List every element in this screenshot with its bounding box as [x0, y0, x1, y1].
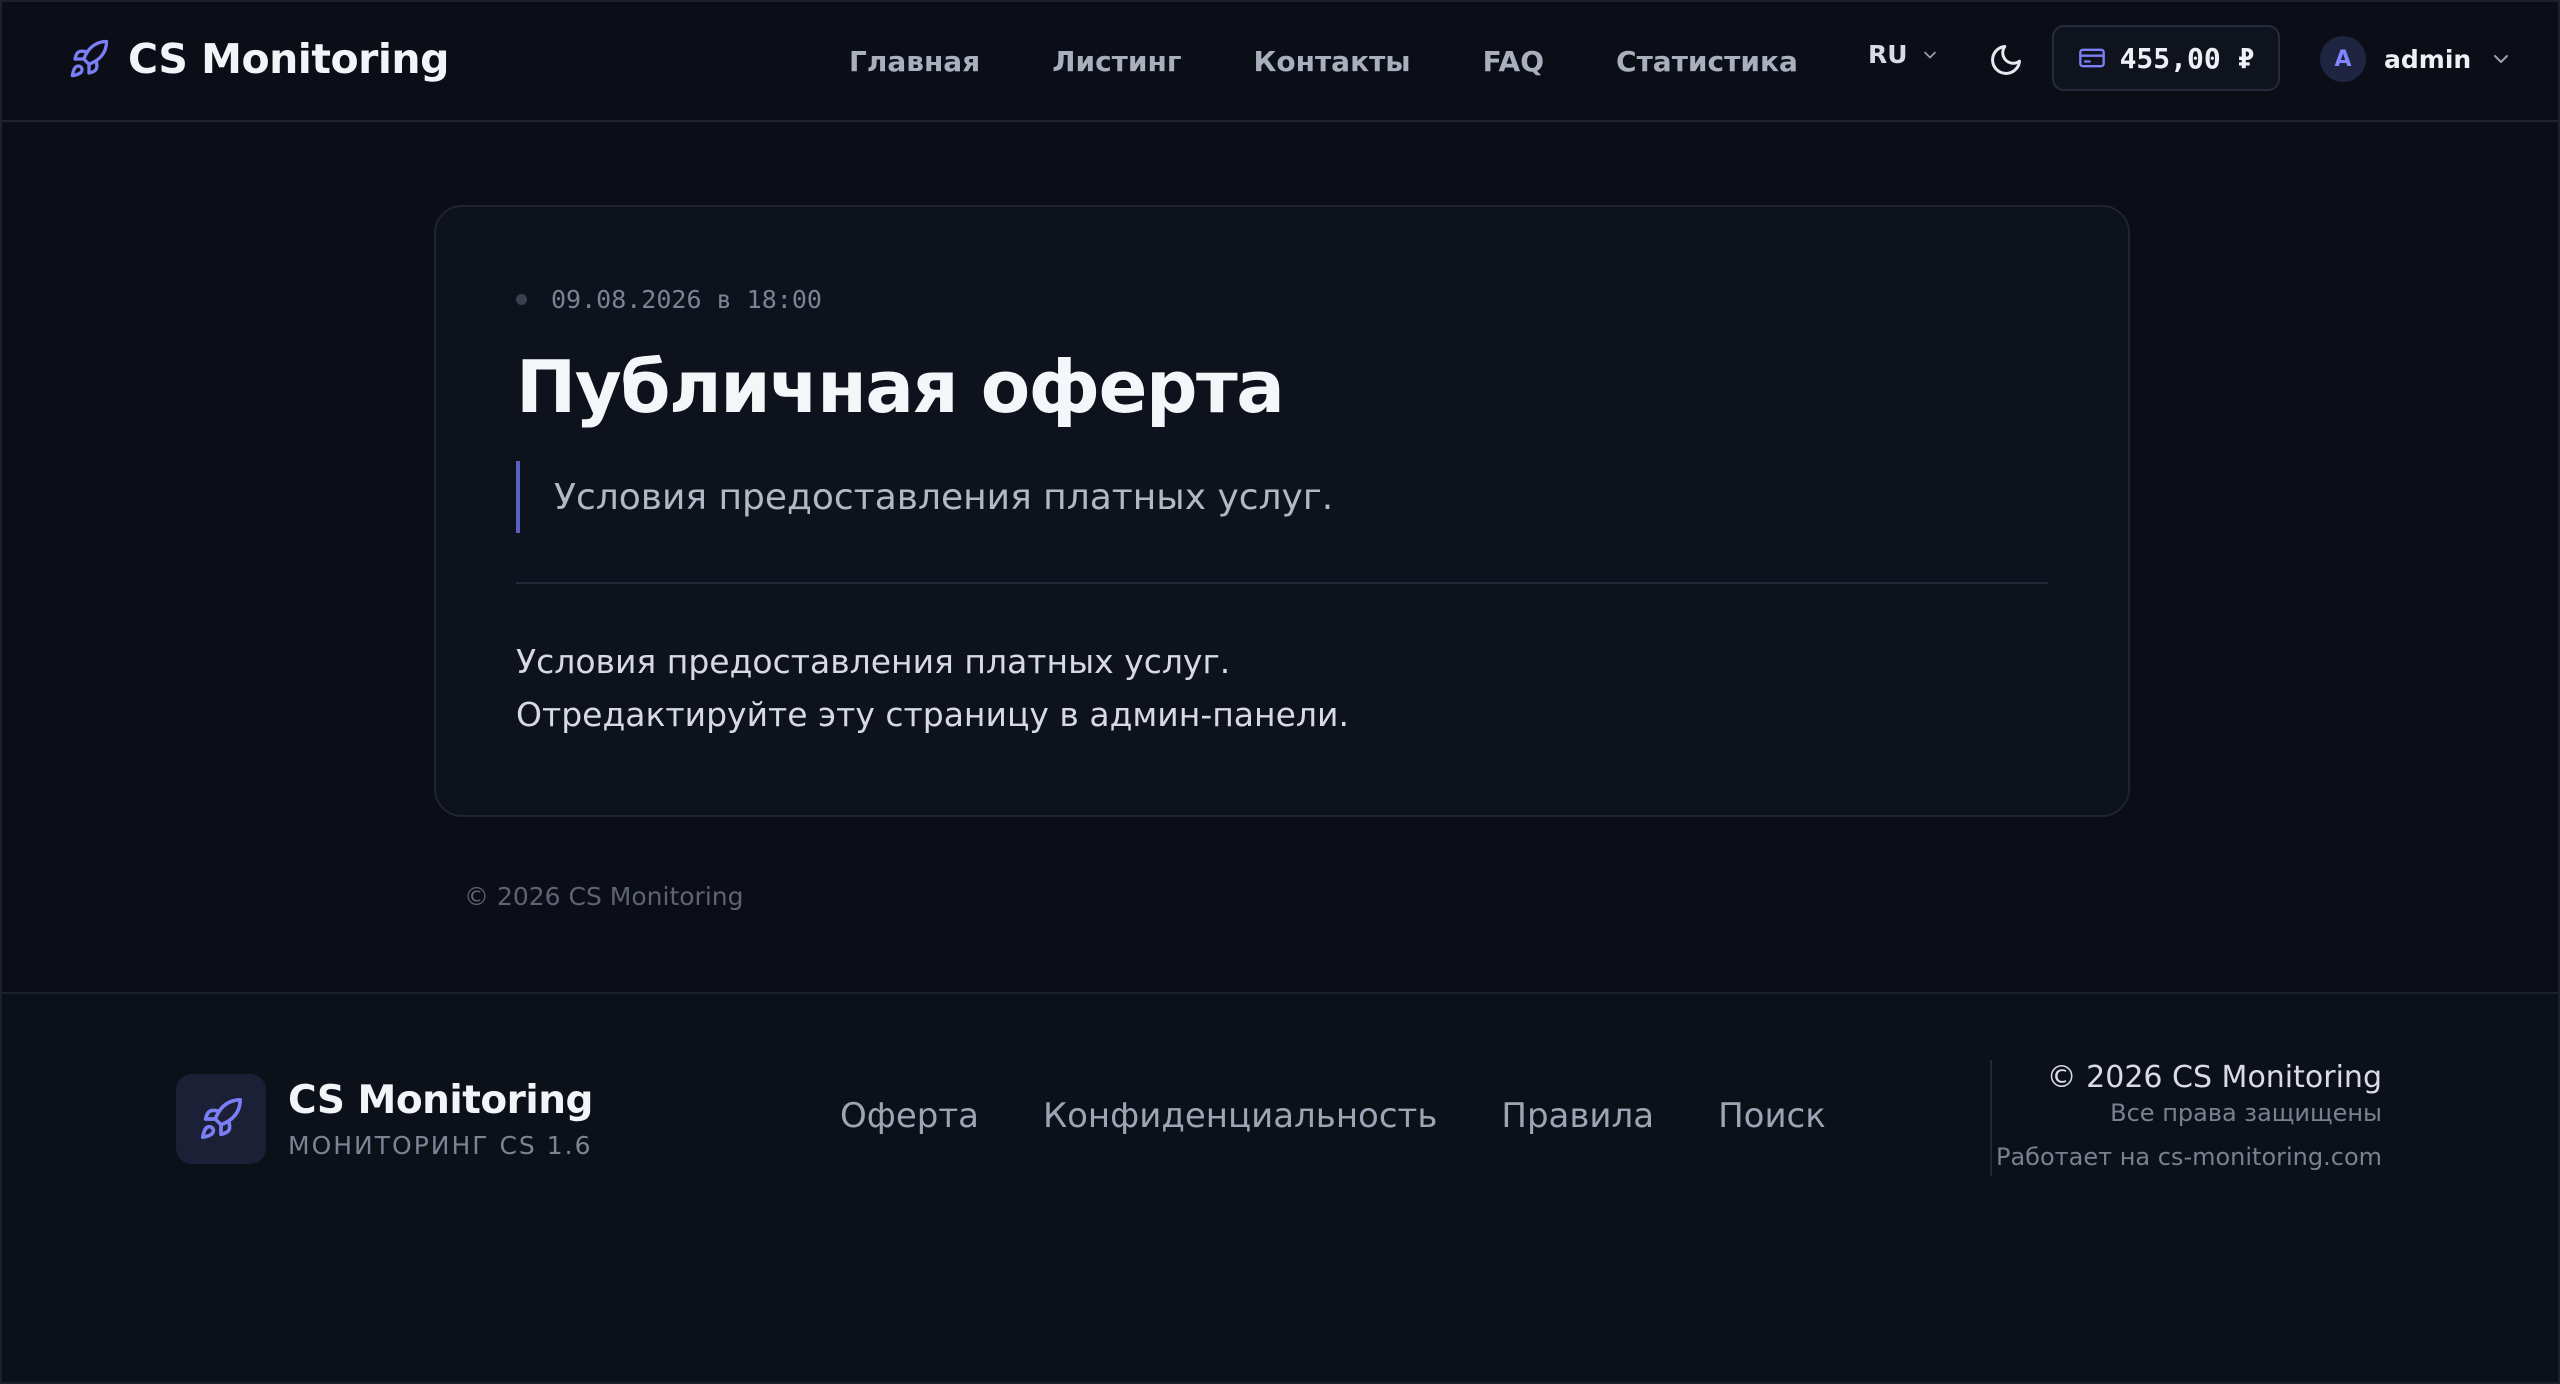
nav-item-home[interactable]: Главная: [849, 45, 980, 78]
page-title: Публичная оферта: [516, 345, 1285, 429]
top-header: CS Monitoring Главная Листинг Контакты F…: [2, 2, 2558, 122]
footer-link-offer[interactable]: Оферта: [840, 1096, 979, 1136]
avatar: A: [2320, 36, 2366, 82]
brand-name: CS Monitoring: [128, 35, 449, 83]
moon-icon[interactable]: [1988, 42, 2024, 78]
article-date: 09.08.2026 в 18:00: [551, 285, 822, 314]
footer-logo[interactable]: [176, 1074, 266, 1164]
main-nav: Главная Листинг Контакты FAQ Статистика: [849, 38, 1798, 84]
nav-item-statistics[interactable]: Статистика: [1616, 45, 1798, 78]
footer-nav: Оферта Конфиденциальность Правила Поиск: [840, 1096, 1826, 1136]
page: CS Monitoring Главная Листинг Контакты F…: [0, 0, 2560, 1384]
nav-item-contacts[interactable]: Контакты: [1253, 45, 1410, 78]
dot-icon: [516, 294, 527, 305]
footer-brand: CS Monitoring МОНИТОРИНГ CS 1.6: [288, 1078, 593, 1160]
rocket-icon: [200, 1098, 242, 1140]
chevron-down-icon: [2494, 55, 2509, 63]
article-card: 09.08.2026 в 18:00 Публичная оферта Усло…: [434, 205, 2130, 817]
nav-item-faq[interactable]: FAQ: [1483, 45, 1544, 78]
footer-rights: Все права защищены: [2110, 1099, 2382, 1127]
article-paragraph-line: Условия предоставления платных услуг.: [516, 642, 1231, 681]
footer-divider: [1990, 1060, 1992, 1176]
balance-value: 455,00 ₽: [2119, 41, 2255, 75]
article-meta: 09.08.2026 в 18:00: [516, 285, 822, 314]
footer-brand-name: CS Monitoring: [288, 1078, 593, 1123]
footer-link-search[interactable]: Поиск: [1718, 1096, 1826, 1136]
user-menu[interactable]: A admin: [2320, 34, 2513, 84]
article-body: Условия предоставления платных услуг. От…: [516, 635, 1349, 741]
article-lead: Условия предоставления платных услуг.: [516, 461, 1333, 533]
footer-link-privacy[interactable]: Конфиденциальность: [1043, 1096, 1437, 1136]
nav-item-listing[interactable]: Листинг: [1052, 45, 1181, 78]
footer-tagline: МОНИТОРИНГ CS 1.6: [288, 1131, 593, 1160]
language-selector[interactable]: RU: [1868, 40, 1940, 69]
site-footer: CS Monitoring МОНИТОРИНГ CS 1.6 Оферта К…: [2, 992, 2558, 1382]
footer-link-rules[interactable]: Правила: [1501, 1096, 1654, 1136]
footer-powered-by[interactable]: Работает на cs-monitoring.com: [1996, 1143, 2382, 1171]
language-label: RU: [1868, 40, 1908, 69]
wallet-icon: [2078, 48, 2105, 68]
page-copyright: © 2026 CS Monitoring: [464, 882, 744, 911]
footer-copyright: © 2026 CS Monitoring: [2046, 1060, 2382, 1095]
chevron-down-icon: [1923, 51, 1936, 58]
article-paragraph-line: Отредактируйте эту страницу в админ-пане…: [516, 695, 1349, 734]
balance-button[interactable]: 455,00 ₽: [2052, 25, 2280, 91]
divider: [516, 582, 2048, 584]
brand-logo-link[interactable]: CS Monitoring: [68, 34, 449, 84]
rocket-icon: [70, 39, 109, 78]
footer-info: © 2026 CS Monitoring Все права защищены …: [1996, 1060, 2382, 1171]
user-name: admin: [2384, 44, 2472, 74]
